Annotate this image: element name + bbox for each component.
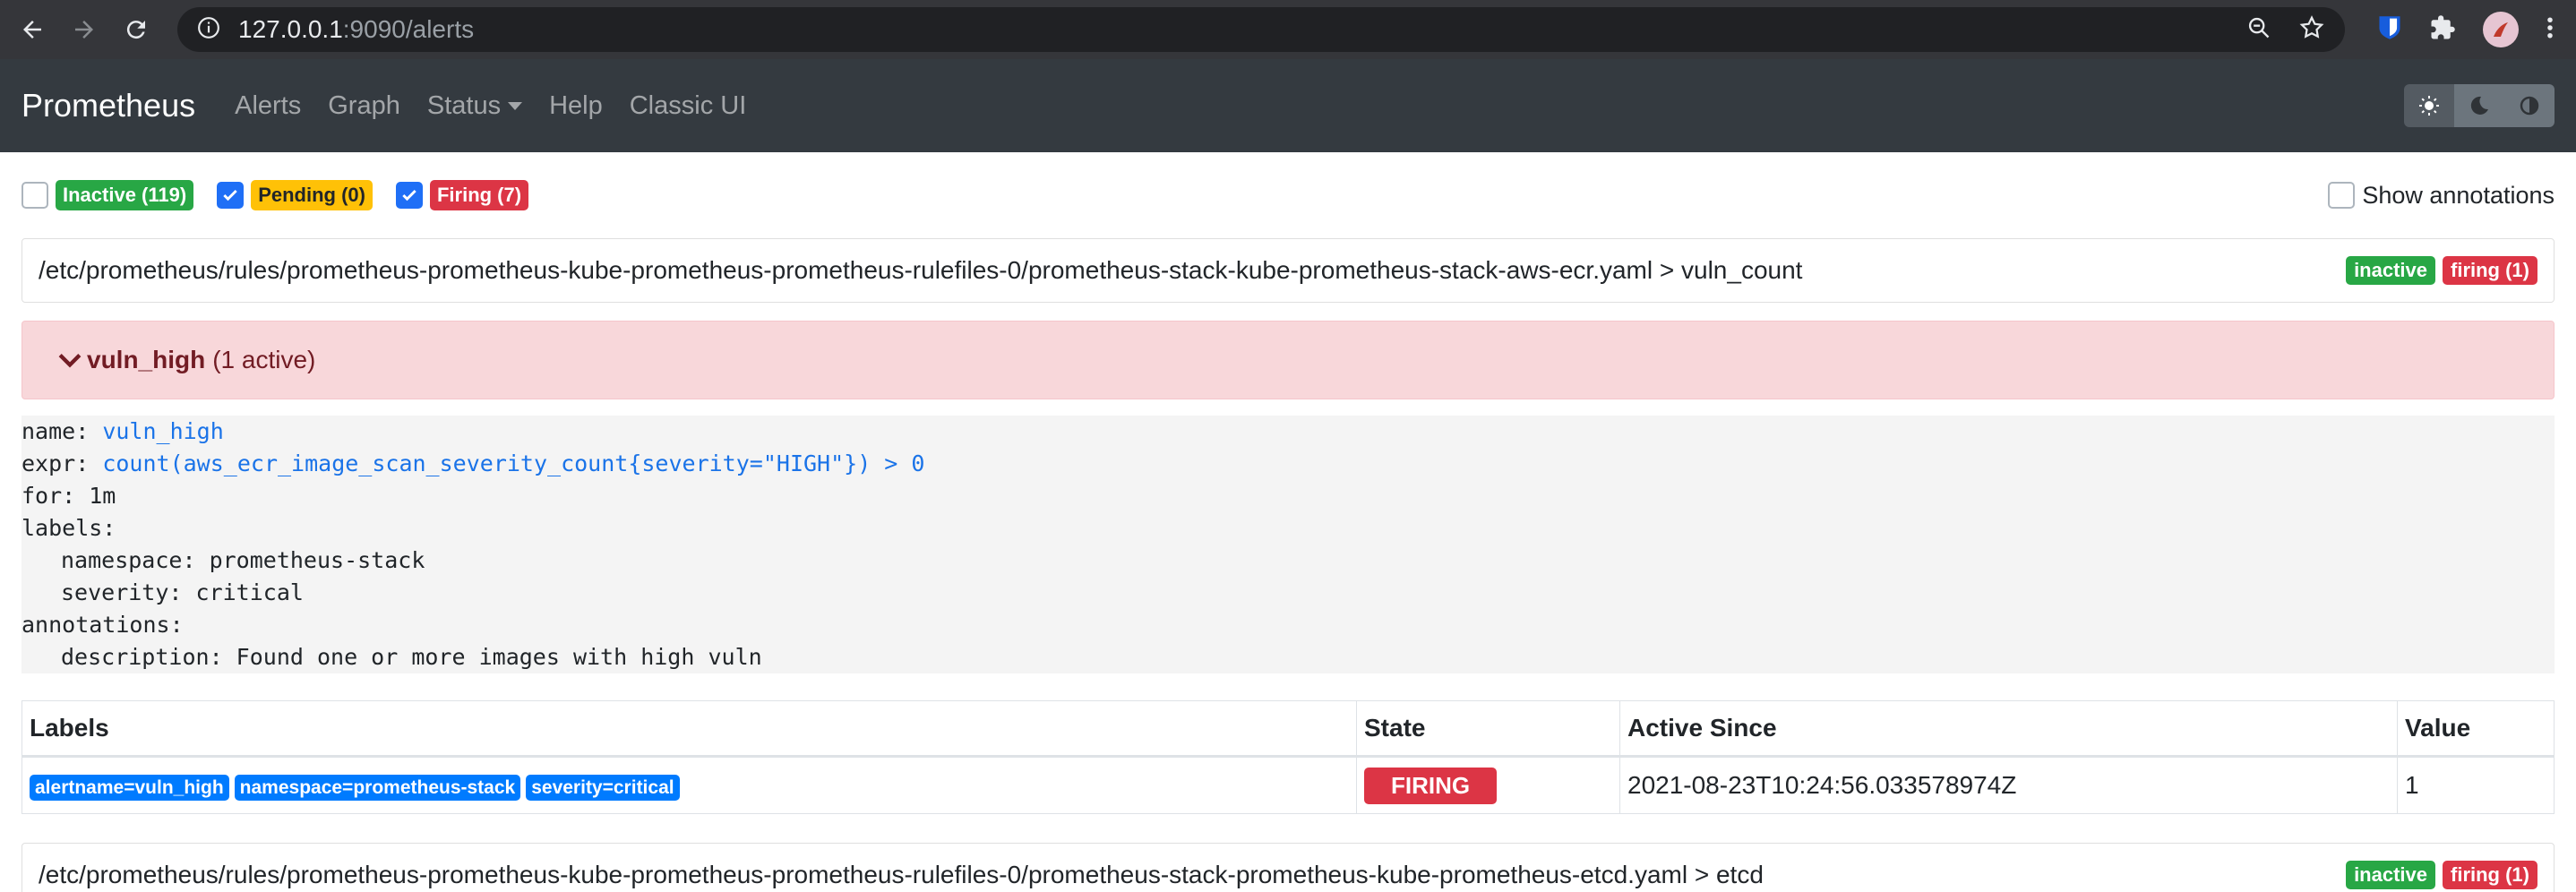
profile-avatar[interactable] — [2483, 12, 2519, 47]
yaml-expr-key: expr: — [21, 450, 90, 476]
inactive-badge: inactive — [2346, 861, 2435, 889]
yaml-label-namespace: namespace: prometheus-stack — [61, 547, 425, 573]
checkmark-icon — [402, 189, 416, 202]
show-annotations-label: Show annotations — [2362, 181, 2555, 209]
yaml-for-line: for: 1m — [21, 483, 116, 509]
pending-filter-badge: Pending (0) — [251, 180, 373, 210]
reload-icon[interactable] — [116, 10, 156, 49]
show-annotations-toggle[interactable]: Show annotations — [2328, 182, 2555, 210]
table-header-row: Labels State Active Since Value — [21, 700, 2555, 758]
extensions-puzzle-icon[interactable] — [2429, 14, 2456, 46]
label-badge-severity: severity=critical — [526, 775, 680, 801]
labels-cell: alertname=vuln_high namespace=prometheus-… — [21, 756, 1357, 814]
rule-file-path: /etc/prometheus/rules/prometheus-prometh… — [39, 256, 1803, 284]
state-cell: FIRING — [1356, 756, 1620, 814]
light-theme-sun-icon[interactable] — [2404, 84, 2454, 127]
yaml-name-link[interactable]: vuln_high — [102, 418, 223, 444]
firing-checkbox[interactable] — [395, 182, 423, 209]
chrome-menu-icon[interactable] — [2546, 14, 2555, 46]
value-cell: 1 — [2397, 756, 2555, 814]
alert-active-count: (1 active) — [212, 346, 316, 373]
alerts-content: Inactive (119) Pending (0) Firing (7) Sh… — [0, 152, 2576, 892]
firing-badge: firing (1) — [2443, 256, 2537, 285]
yaml-annotations-key: annotations: — [21, 612, 184, 638]
yaml-labels-key: labels: — [21, 515, 116, 541]
pending-checkbox[interactable] — [217, 182, 245, 209]
col-state-header: State — [1356, 700, 1620, 758]
yaml-name-key: name: — [21, 418, 90, 444]
col-value-header: Value — [2397, 700, 2555, 758]
alert-rule-name: vuln_high — [87, 346, 206, 373]
yaml-label-severity: severity: critical — [61, 579, 304, 605]
inactive-filter-badge: Inactive (119) — [56, 180, 194, 210]
col-labels-header: Labels — [21, 700, 1357, 758]
zoom-icon[interactable] — [2246, 15, 2271, 45]
firing-badge: firing (1) — [2443, 861, 2537, 889]
browser-toolbar: 127.0.0.1:9090/alerts — [0, 0, 2576, 59]
active-since-cell: 2021-08-23T10:24:56.033578974Z — [1619, 756, 2398, 814]
address-bar[interactable]: 127.0.0.1:9090/alerts — [177, 7, 2345, 52]
rule-file-path: /etc/prometheus/rules/prometheus-prometh… — [39, 861, 1764, 888]
firing-filter-badge: Firing (7) — [429, 180, 529, 210]
nav-classic-ui[interactable]: Classic UI — [630, 91, 747, 121]
auto-theme-contrast-icon[interactable] — [2504, 84, 2555, 127]
nav-status-dropdown[interactable]: Status — [426, 90, 523, 121]
rule-group-header[interactable]: /etc/prometheus/rules/prometheus-prometh… — [21, 843, 2555, 892]
yaml-annotation-description: description: Found one or more images wi… — [61, 644, 762, 670]
prometheus-navbar: Prometheus Alerts Graph Status Help Clas… — [0, 59, 2576, 152]
rule-definition: name: vuln_high expr: count(aws_ecr_image… — [21, 416, 2555, 673]
chevron-down-icon — [508, 101, 523, 110]
info-icon[interactable] — [197, 16, 220, 44]
bookmark-star-icon[interactable] — [2298, 14, 2325, 46]
table-row: alertname=vuln_high namespace=prometheus-… — [21, 756, 2555, 814]
rule-group-header[interactable]: /etc/prometheus/rules/prometheus-prometh… — [21, 238, 2555, 303]
back-icon[interactable] — [13, 10, 52, 49]
brand-logo-text[interactable]: Prometheus — [21, 87, 195, 124]
checkmark-icon — [223, 189, 237, 202]
yaml-expr-link[interactable]: count(aws_ecr_image_scan_severity_count{… — [102, 450, 924, 476]
theme-toggle-group — [2404, 84, 2555, 127]
dark-theme-moon-icon[interactable] — [2454, 84, 2504, 127]
forward-icon[interactable] — [64, 10, 104, 49]
state-filters: Inactive (119) Pending (0) Firing (7) Sh… — [21, 152, 2555, 238]
nav-help[interactable]: Help — [549, 91, 603, 121]
state-badge: FIRING — [1364, 767, 1498, 804]
alert-rule-toggle[interactable]: vuln_high (1 active) — [21, 321, 2555, 399]
bitwarden-extension-icon[interactable] — [2377, 14, 2402, 46]
inactive-checkbox[interactable] — [21, 182, 48, 209]
show-annotations-checkbox[interactable] — [2328, 182, 2356, 209]
alerts-table: Labels State Active Since Value alertnam… — [21, 700, 2555, 814]
nav-graph[interactable]: Graph — [328, 91, 400, 121]
chevron-down-icon — [58, 354, 82, 368]
nav-status-label: Status — [426, 90, 502, 120]
label-badge-alertname: alertname=vuln_high — [30, 775, 229, 801]
label-badge-namespace: namespace=prometheus-stack — [234, 775, 521, 801]
url-text: 127.0.0.1:9090/alerts — [238, 15, 475, 43]
col-active-since-header: Active Since — [1619, 700, 2398, 758]
nav-alerts[interactable]: Alerts — [235, 91, 301, 121]
inactive-badge: inactive — [2346, 256, 2435, 285]
